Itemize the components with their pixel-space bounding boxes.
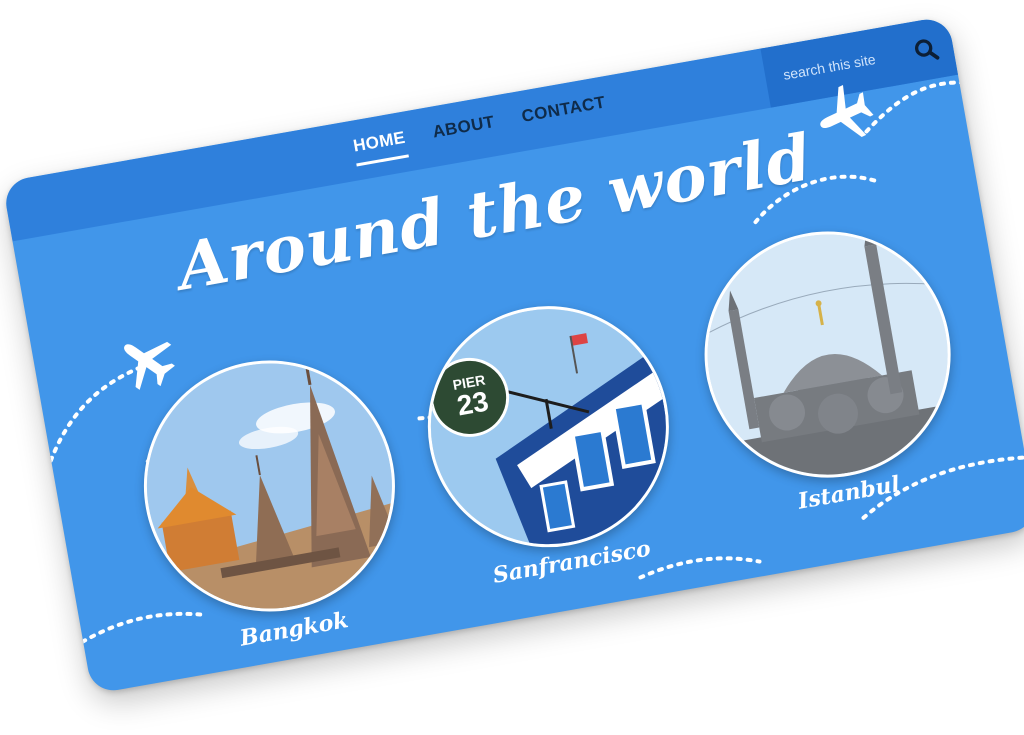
airplane-icon (124, 341, 175, 390)
hero-card: HOME ABOUT CONTACT search this site Arou… (2, 15, 1024, 695)
